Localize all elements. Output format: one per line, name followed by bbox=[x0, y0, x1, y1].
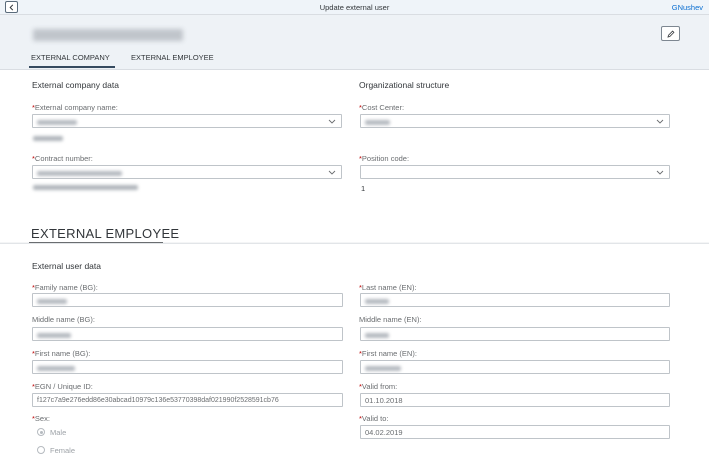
edit-button[interactable] bbox=[661, 26, 680, 41]
company-group-title: External company data bbox=[32, 80, 119, 90]
radio-female-label[interactable]: Female bbox=[50, 446, 75, 455]
first-name-bg-input[interactable] bbox=[32, 360, 343, 374]
app-title: Update external user bbox=[319, 3, 390, 12]
first-name-en-label: *First name (EN): bbox=[359, 349, 417, 358]
active-tab-indicator bbox=[29, 66, 115, 68]
tab-external-company[interactable]: EXTERNAL COMPANY bbox=[31, 53, 110, 62]
valid-from-label: *Valid from: bbox=[359, 382, 398, 391]
contract-number-label: *Contract number: bbox=[32, 154, 93, 163]
radio-male-label[interactable]: Male bbox=[50, 428, 66, 437]
egn-input[interactable]: f127c7a9e276edd86e30abcad10979c136e53770… bbox=[32, 393, 343, 407]
last-name-en-input[interactable] bbox=[360, 293, 670, 307]
chevron-down-icon[interactable] bbox=[656, 169, 664, 176]
company-id-redacted bbox=[33, 136, 63, 141]
valid-to-label: *Valid to: bbox=[359, 414, 389, 423]
valid-to-input[interactable]: 04.02.2019 bbox=[360, 425, 670, 439]
radio-female[interactable] bbox=[37, 446, 45, 454]
cost-center-select[interactable] bbox=[360, 114, 670, 128]
first-name-en-input[interactable] bbox=[360, 360, 670, 374]
first-name-bg-label: *First name (BG): bbox=[32, 349, 91, 358]
employee-section-title: EXTERNAL EMPLOYEE bbox=[31, 226, 180, 241]
family-name-bg-label: *Family name (BG): bbox=[32, 283, 98, 292]
middle-name-bg-input[interactable] bbox=[32, 327, 343, 341]
sex-label: *Sex: bbox=[32, 414, 50, 423]
external-employee-section: External user data *Family name (BG): Mi… bbox=[0, 243, 709, 461]
user-name-link[interactable]: GNushev bbox=[672, 3, 703, 12]
middle-name-bg-label: Middle name (BG): bbox=[32, 315, 95, 324]
middle-name-en-label: Middle name (EN): bbox=[359, 315, 422, 324]
contract-number-select[interactable] bbox=[32, 165, 342, 179]
valid-from-input[interactable]: 01.10.2018 bbox=[360, 393, 670, 407]
company-name-label: *External company name: bbox=[32, 103, 118, 112]
egn-label: *EGN / Unique ID: bbox=[32, 382, 93, 391]
family-name-bg-input[interactable] bbox=[32, 293, 343, 307]
org-group-title: Organizational structure bbox=[359, 80, 450, 90]
employee-group-title: External user data bbox=[32, 261, 101, 271]
chevron-down-icon[interactable] bbox=[656, 118, 664, 125]
position-code-label: *Position code: bbox=[359, 154, 410, 163]
radio-male[interactable] bbox=[37, 428, 45, 436]
tab-external-employee[interactable]: EXTERNAL EMPLOYEE bbox=[131, 53, 214, 62]
shell-bar: Update external user GNushev bbox=[0, 0, 709, 15]
object-header: EXTERNAL COMPANY EXTERNAL EMPLOYEE bbox=[0, 15, 709, 70]
contract-details-redacted bbox=[33, 185, 138, 190]
middle-name-en-input[interactable] bbox=[360, 327, 670, 341]
position-code-value: 1 bbox=[361, 184, 366, 193]
company-name-select[interactable] bbox=[32, 114, 342, 128]
chevron-down-icon[interactable] bbox=[328, 169, 336, 176]
cost-center-label: *Cost Center: bbox=[359, 103, 405, 112]
object-title-redacted bbox=[33, 29, 183, 41]
position-code-select[interactable] bbox=[360, 165, 670, 179]
last-name-en-label: *Last name (EN): bbox=[359, 283, 417, 292]
pencil-icon bbox=[666, 30, 674, 38]
external-company-section: External company data Organizational str… bbox=[0, 70, 709, 242]
chevron-down-icon[interactable] bbox=[328, 118, 336, 125]
